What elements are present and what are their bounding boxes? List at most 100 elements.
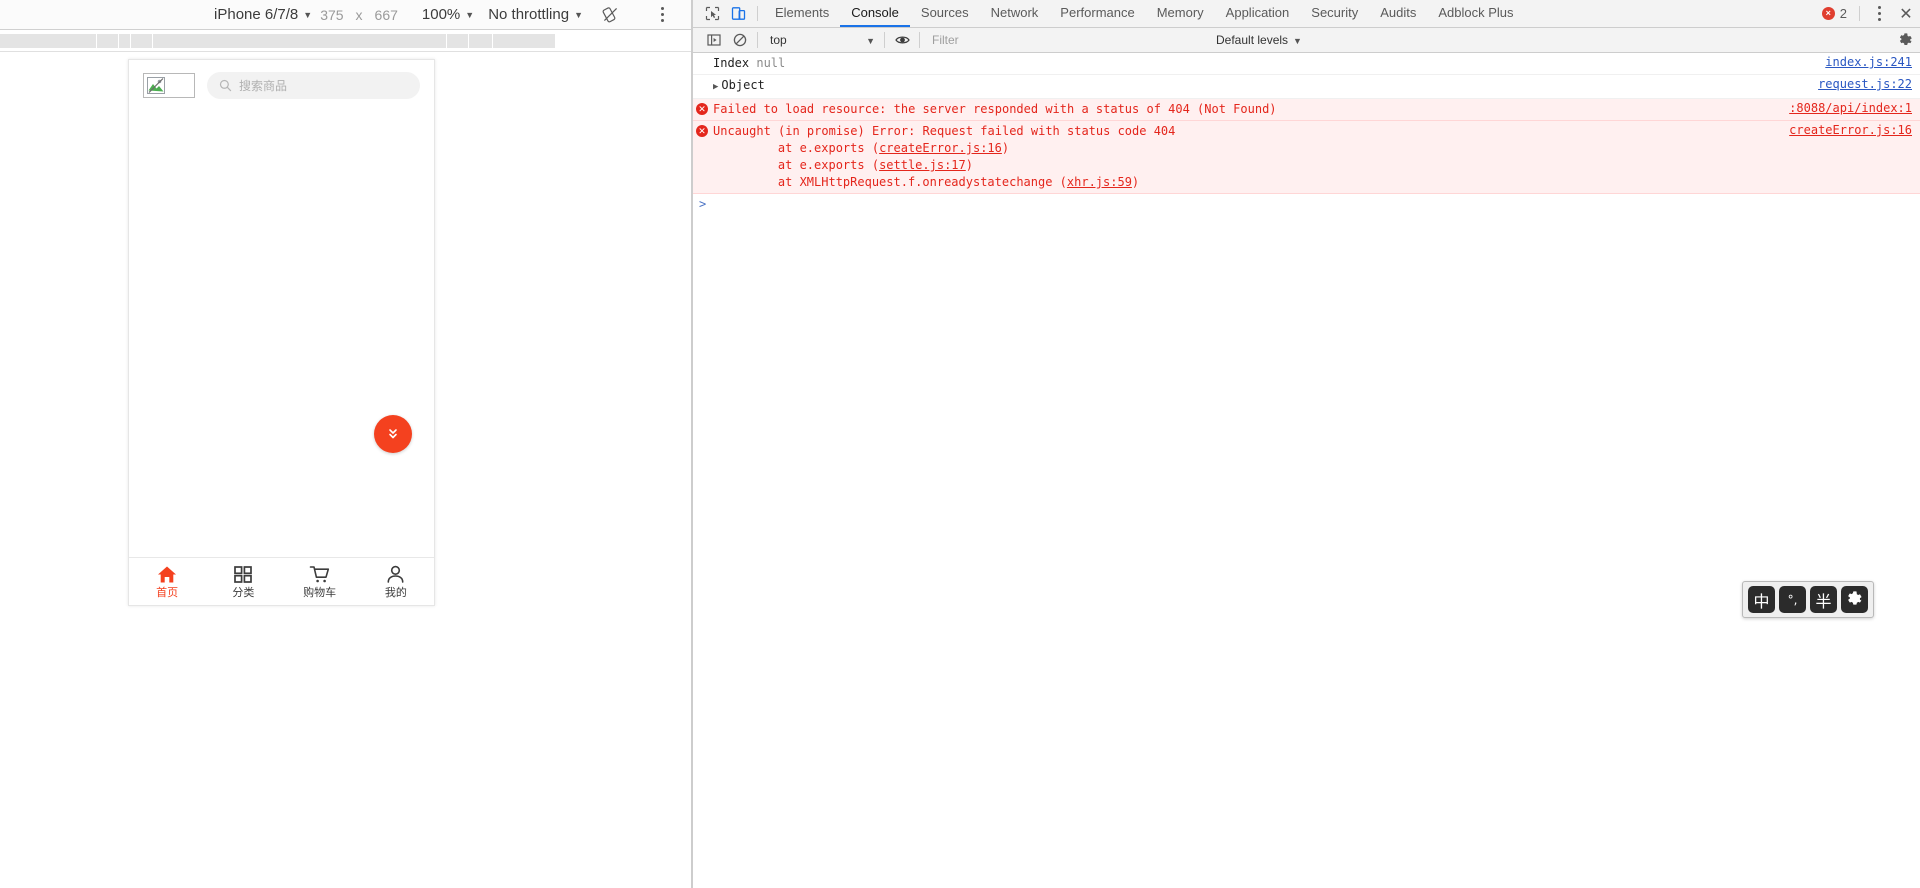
prompt-chevron-icon: > [699, 197, 707, 211]
devtools-more-menu-icon[interactable] [1866, 0, 1892, 27]
ime-toolbar: 中 °, 半 [1742, 581, 1874, 618]
tab-application[interactable]: Application [1215, 0, 1301, 27]
tab-audits[interactable]: Audits [1369, 0, 1427, 27]
tab-profile[interactable]: 我的 [358, 558, 434, 605]
object-label: Object [721, 78, 765, 92]
device-width-input[interactable]: 375 [314, 7, 349, 23]
console-sidebar-icon[interactable] [701, 29, 727, 51]
throttling-selector[interactable]: No throttling ▼ [488, 6, 583, 23]
search-icon [219, 79, 232, 91]
tab-elements[interactable]: Elements [764, 0, 840, 27]
console-filter-toolbar: top ▼ Default levels ▼ [693, 28, 1920, 53]
tab-memory-label: Memory [1156, 5, 1204, 20]
source-link[interactable]: request.js:22 [1818, 77, 1914, 91]
filterbar-divider-3 [919, 32, 920, 48]
console-prompt[interactable]: > [693, 194, 1920, 214]
search-input[interactable]: 搜索商品 [207, 71, 420, 99]
tab-performance[interactable]: Performance [1049, 0, 1145, 27]
tab-application-label: Application [1225, 5, 1290, 20]
log-value: null [756, 56, 786, 70]
stack-frame-1: at e.exports (createError.js:16) [713, 141, 1009, 155]
tab-security-label: Security [1311, 5, 1359, 20]
gear-icon[interactable] [1890, 32, 1920, 48]
error-headline: Uncaught (in promise) Error: Request fai… [713, 124, 1176, 138]
tab-profile-label: 我的 [384, 586, 407, 599]
tab-cart[interactable]: 购物车 [282, 558, 358, 605]
chevron-down-icon: ▼ [1293, 35, 1302, 46]
filterbar-divider-2 [884, 32, 885, 48]
cart-icon [309, 565, 330, 582]
tab-security[interactable]: Security [1300, 0, 1369, 27]
ime-punctuation-toggle[interactable]: °, [1779, 586, 1806, 613]
stack-frame-2-prefix: at e.exports ( [749, 158, 880, 172]
rotate-icon[interactable] [597, 3, 623, 27]
console-message-text: Index null [711, 55, 1815, 72]
device-selector[interactable]: iPhone 6/7/8 ▼ [212, 6, 314, 23]
tab-categories[interactable]: 分类 [205, 558, 281, 605]
live-expression-icon[interactable] [889, 29, 915, 51]
device-toolbar-menu-icon[interactable] [649, 3, 675, 27]
tab-audits-label: Audits [1380, 5, 1417, 20]
console-message-uncaught-error[interactable]: ✕ Uncaught (in promise) Error: Request f… [693, 121, 1920, 194]
chevron-down-icon: ▼ [866, 35, 875, 46]
console-message-log[interactable]: Index null index.js:241 [693, 53, 1920, 75]
devtools-tabbar: Elements Console Sources Network Perform… [693, 0, 1920, 28]
zoom-selector[interactable]: 100% ▼ [422, 6, 474, 23]
chevron-down-icon: ▼ [303, 10, 313, 20]
tab-network[interactable]: Network [980, 0, 1050, 27]
source-link[interactable]: index.js:241 [1825, 55, 1914, 69]
tab-sources[interactable]: Sources [910, 0, 980, 27]
emulated-device-frame: 搜索商品 首页 分类 购物车 我的 [128, 59, 435, 606]
source-link[interactable]: :8088/api/index:1 [1789, 101, 1914, 115]
person-icon [387, 565, 404, 583]
tab-network-label: Network [990, 5, 1039, 20]
execution-context-label: top [770, 33, 787, 47]
console-message-error-404[interactable]: ✕ Failed to load resource: the server re… [693, 99, 1920, 121]
error-icon: ✕ [696, 103, 708, 115]
console-message-text: Uncaught (in promise) Error: Request fai… [711, 123, 1779, 191]
device-emulation-pane: iPhone 6/7/8 ▼ 375 x 667 100% ▼ No throt… [0, 0, 692, 888]
ime-width-toggle[interactable]: 半 [1810, 586, 1837, 613]
zoom-label: 100% [421, 6, 461, 23]
inspect-element-icon[interactable] [699, 0, 725, 27]
close-icon[interactable]: ✕ [1892, 0, 1920, 27]
tab-home[interactable]: 首页 [129, 558, 205, 605]
console-message-object[interactable]: ▶ Object request.js:22 [693, 75, 1920, 99]
console-message-text: Failed to load resource: the server resp… [713, 102, 1277, 116]
error-count-badge[interactable]: × 2 [1816, 0, 1853, 27]
stack-frame-1-link[interactable]: createError.js:16 [879, 141, 1002, 155]
clear-console-icon[interactable] [727, 29, 753, 51]
tab-memory[interactable]: Memory [1146, 0, 1215, 27]
console-message-text: ▶ Object [711, 77, 1808, 96]
toggle-device-toolbar-icon[interactable] [725, 0, 751, 27]
error-count-label: 2 [1839, 6, 1847, 21]
ime-settings[interactable] [1841, 586, 1868, 613]
stack-frame-2: at e.exports (settle.js:17) [713, 158, 973, 172]
filter-input[interactable] [932, 30, 1202, 50]
execution-context-selector[interactable]: top ▼ [762, 30, 880, 50]
gear-icon [1848, 591, 1862, 605]
home-icon [158, 566, 177, 582]
tab-adblock-plus[interactable]: Adblock Plus [1427, 0, 1524, 27]
console-log-area: Index null index.js:241 ▶ Object request.… [693, 53, 1920, 888]
expand-triangle-icon[interactable]: ▶ [713, 82, 718, 92]
scroll-down-fab[interactable] [374, 415, 412, 453]
grid-icon [234, 565, 253, 583]
ime-language-toggle[interactable]: 中 [1748, 586, 1775, 613]
log-levels-label: Default levels [1216, 33, 1289, 47]
stack-frame-3-link[interactable]: xhr.js:59 [1067, 175, 1132, 189]
tab-console[interactable]: Console [840, 0, 910, 27]
stack-frame-2-link[interactable]: settle.js:17 [879, 158, 966, 172]
device-height-input[interactable]: 667 [369, 7, 404, 23]
tab-elements-label: Elements [775, 5, 830, 20]
message-gutter [693, 55, 711, 57]
badge-divider [1859, 6, 1860, 21]
devtools-panel: Elements Console Sources Network Perform… [692, 0, 1920, 888]
dimension-separator: x [355, 6, 363, 23]
filterbar-divider [757, 32, 758, 48]
source-link[interactable]: createError.js:16 [1789, 123, 1914, 137]
stack-frame-3-prefix: at XMLHttpRequest.f.onreadystatechange ( [749, 175, 1067, 189]
app-root: iPhone 6/7/8 ▼ 375 x 667 100% ▼ No throt… [0, 0, 1920, 888]
broken-image-placeholder [143, 72, 195, 98]
log-levels-selector[interactable]: Default levels ▼ [1216, 33, 1302, 47]
